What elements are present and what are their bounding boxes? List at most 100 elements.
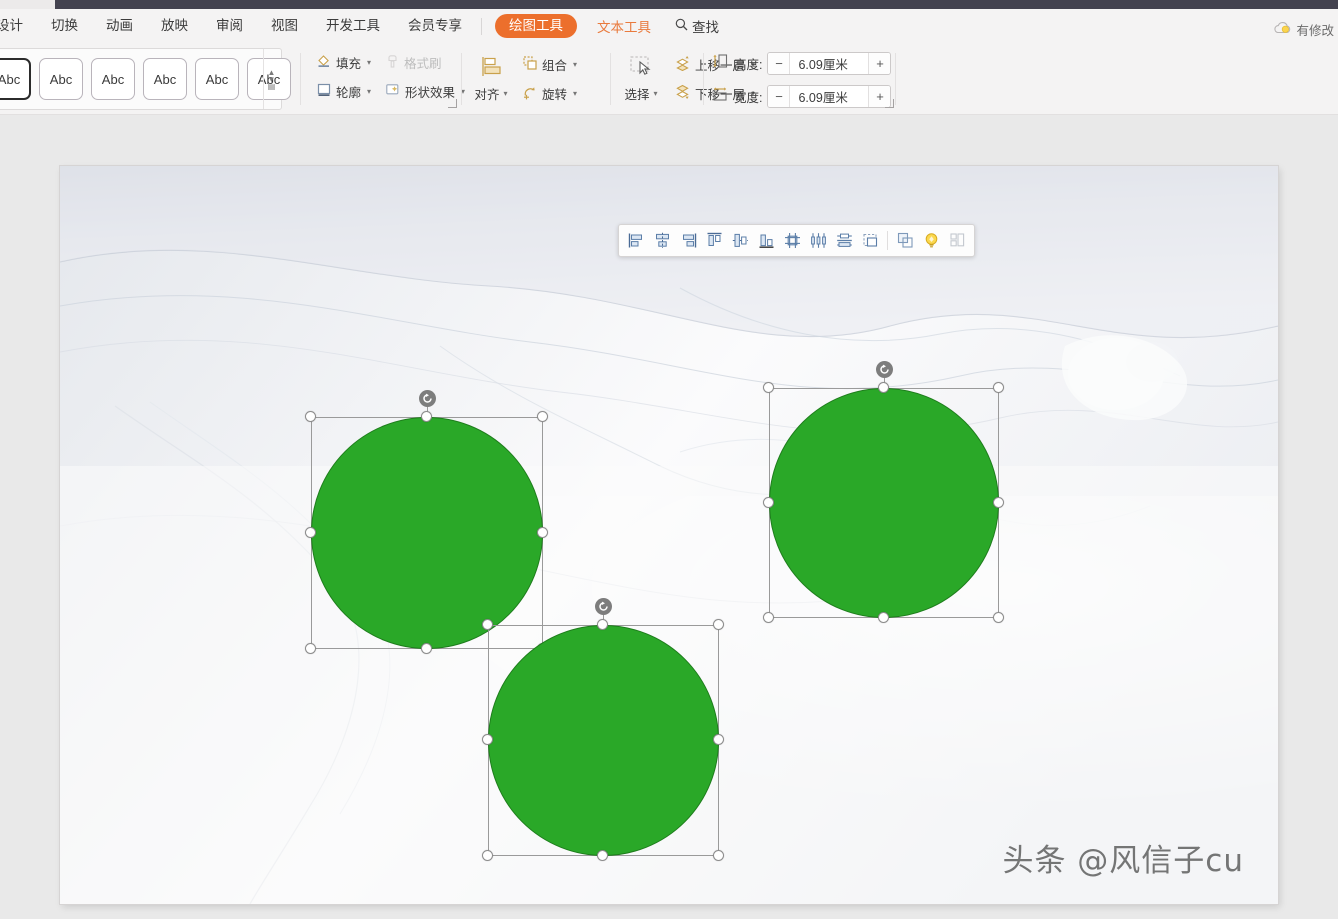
shape-style-2[interactable]: Abc	[91, 58, 135, 100]
fill-button[interactable]: 填充 ▾	[312, 51, 375, 74]
floating-align-toolbar[interactable]	[618, 224, 975, 257]
resize-handle-e[interactable]	[993, 497, 1004, 508]
rotate-handle[interactable]	[595, 598, 612, 615]
resize-handle-e[interactable]	[537, 527, 548, 538]
shape-style-gallery[interactable]: Abc Abc Abc Abc Abc Abc ▲ ▼ ▤	[0, 48, 291, 110]
find-button[interactable]: 查找	[663, 16, 731, 36]
align-label: 对齐	[474, 87, 500, 102]
shape-format-dialog-launcher[interactable]	[448, 99, 457, 108]
align-left-button[interactable]	[623, 228, 649, 254]
group-button[interactable]: 组合 ▾	[518, 53, 581, 76]
height-stepper[interactable]: − 6.09厘米 +	[767, 51, 892, 75]
resize-handle-ne[interactable]	[993, 382, 1004, 393]
outline-button[interactable]: 轮廓 ▾	[312, 80, 375, 103]
workspace: 头条 @风信子cu	[0, 115, 1338, 919]
align-top-button[interactable]	[701, 228, 727, 254]
group-icon	[522, 55, 538, 74]
resize-handle-s[interactable]	[421, 643, 432, 654]
outline-label: 轮廓	[336, 85, 362, 100]
rotate-button[interactable]: 旋转 ▾	[518, 82, 581, 105]
resize-handle-nw[interactable]	[305, 411, 316, 422]
tab-view[interactable]: 视图	[257, 9, 312, 43]
combine-shapes-button[interactable]	[892, 228, 918, 254]
distribute-horizontal-icon	[784, 233, 800, 248]
group-shapes-button[interactable]	[857, 228, 883, 254]
select-button[interactable]: 选择 ▾	[618, 49, 664, 107]
group-shapes-icon	[862, 233, 877, 247]
shape-style-4[interactable]: Abc	[195, 58, 239, 100]
shape-effects-label: 形状效果	[405, 85, 456, 100]
resize-handle-n[interactable]	[421, 411, 432, 422]
resize-handle-sw[interactable]	[305, 643, 316, 654]
resize-handle-sw[interactable]	[763, 612, 774, 623]
window-title-strip	[0, 0, 1338, 9]
height-decrement-button[interactable]: −	[768, 52, 791, 74]
tab-member[interactable]: 会员专享	[394, 9, 476, 43]
size-dialog-launcher[interactable]	[885, 99, 894, 108]
align-relative-slide-button[interactable]	[831, 228, 857, 254]
resize-handle-ne[interactable]	[713, 619, 724, 630]
width-decrement-button[interactable]: −	[768, 85, 791, 107]
align-center-horizontal-button[interactable]	[649, 228, 675, 254]
arrange-group: 对齐 ▾ 组合 ▾ 旋转 ▾	[468, 49, 578, 109]
shape-style-1[interactable]: Abc	[39, 58, 83, 100]
tab-design[interactable]: 设计	[0, 9, 37, 43]
resize-handle-n[interactable]	[597, 619, 608, 630]
distribute-horizontal-button[interactable]	[779, 228, 805, 254]
rotate-handle[interactable]	[876, 361, 893, 378]
resize-handle-w[interactable]	[305, 527, 316, 538]
resize-handle-s[interactable]	[597, 850, 608, 861]
align-center-horizontal-icon	[655, 232, 669, 248]
resize-handle-n[interactable]	[878, 382, 889, 393]
resize-handle-nw[interactable]	[482, 619, 493, 630]
tab-developer[interactable]: 开发工具	[312, 9, 394, 43]
resize-handle-e[interactable]	[713, 734, 724, 745]
chevron-down-icon: ▾	[503, 88, 508, 98]
gallery-expand-icon: ▤	[267, 81, 276, 91]
resize-handle-se[interactable]	[993, 612, 1004, 623]
resize-handle-s[interactable]	[878, 612, 889, 623]
resize-handle-w[interactable]	[763, 497, 774, 508]
circle-shape-1[interactable]	[311, 417, 543, 649]
circle-shape-3[interactable]	[488, 625, 719, 856]
tab-animation[interactable]: 动画	[92, 9, 147, 43]
tab-drawing-tools[interactable]: 绘图工具	[495, 14, 577, 38]
circle-shape-2[interactable]	[769, 388, 999, 618]
title-bar-dark-band	[55, 0, 1338, 9]
tab-text-tools[interactable]: 文本工具	[585, 16, 663, 36]
align-middle-button[interactable]	[727, 228, 753, 254]
align-left-icon	[628, 233, 642, 248]
tab-transition[interactable]: 切换	[37, 9, 92, 43]
smart-tips-button[interactable]	[918, 228, 944, 254]
width-value[interactable]: 6.09厘米	[790, 85, 869, 107]
layout-panel-button[interactable]	[944, 228, 970, 254]
tab-review[interactable]: 审阅	[202, 9, 257, 43]
distribute-vertical-button[interactable]	[805, 228, 831, 254]
fill-bucket-icon	[316, 53, 332, 72]
cloud-sync-status[interactable]: 有修改	[1273, 20, 1334, 39]
tab-slideshow[interactable]: 放映	[147, 9, 202, 43]
align-button[interactable]: 对齐 ▾	[468, 49, 514, 107]
width-stepper[interactable]: − 6.09厘米 +	[767, 84, 892, 108]
height-increment-button[interactable]: +	[868, 52, 891, 74]
width-icon	[712, 86, 729, 107]
shape-style-0[interactable]: Abc	[0, 58, 31, 100]
slide-canvas[interactable]: 头条 @风信子cu	[60, 166, 1278, 904]
align-middle-icon	[732, 233, 748, 247]
align-right-icon	[682, 233, 696, 248]
height-value[interactable]: 6.09厘米	[790, 52, 869, 74]
resize-handle-ne[interactable]	[537, 411, 548, 422]
resize-handle-sw[interactable]	[482, 850, 493, 861]
resize-handle-nw[interactable]	[763, 382, 774, 393]
shape-style-3[interactable]: Abc	[143, 58, 187, 100]
format-painter-icon	[385, 53, 400, 72]
align-bottom-button[interactable]	[753, 228, 779, 254]
resize-handle-se[interactable]	[713, 850, 724, 861]
cloud-icon	[1273, 21, 1292, 38]
resize-handle-w[interactable]	[482, 734, 493, 745]
gallery-more-button[interactable]: ▲ ▼ ▤	[263, 49, 279, 109]
align-right-button[interactable]	[675, 228, 701, 254]
rotate-handle[interactable]	[419, 390, 436, 407]
height-icon	[712, 53, 729, 74]
chevron-down-icon: ▾	[573, 59, 578, 69]
